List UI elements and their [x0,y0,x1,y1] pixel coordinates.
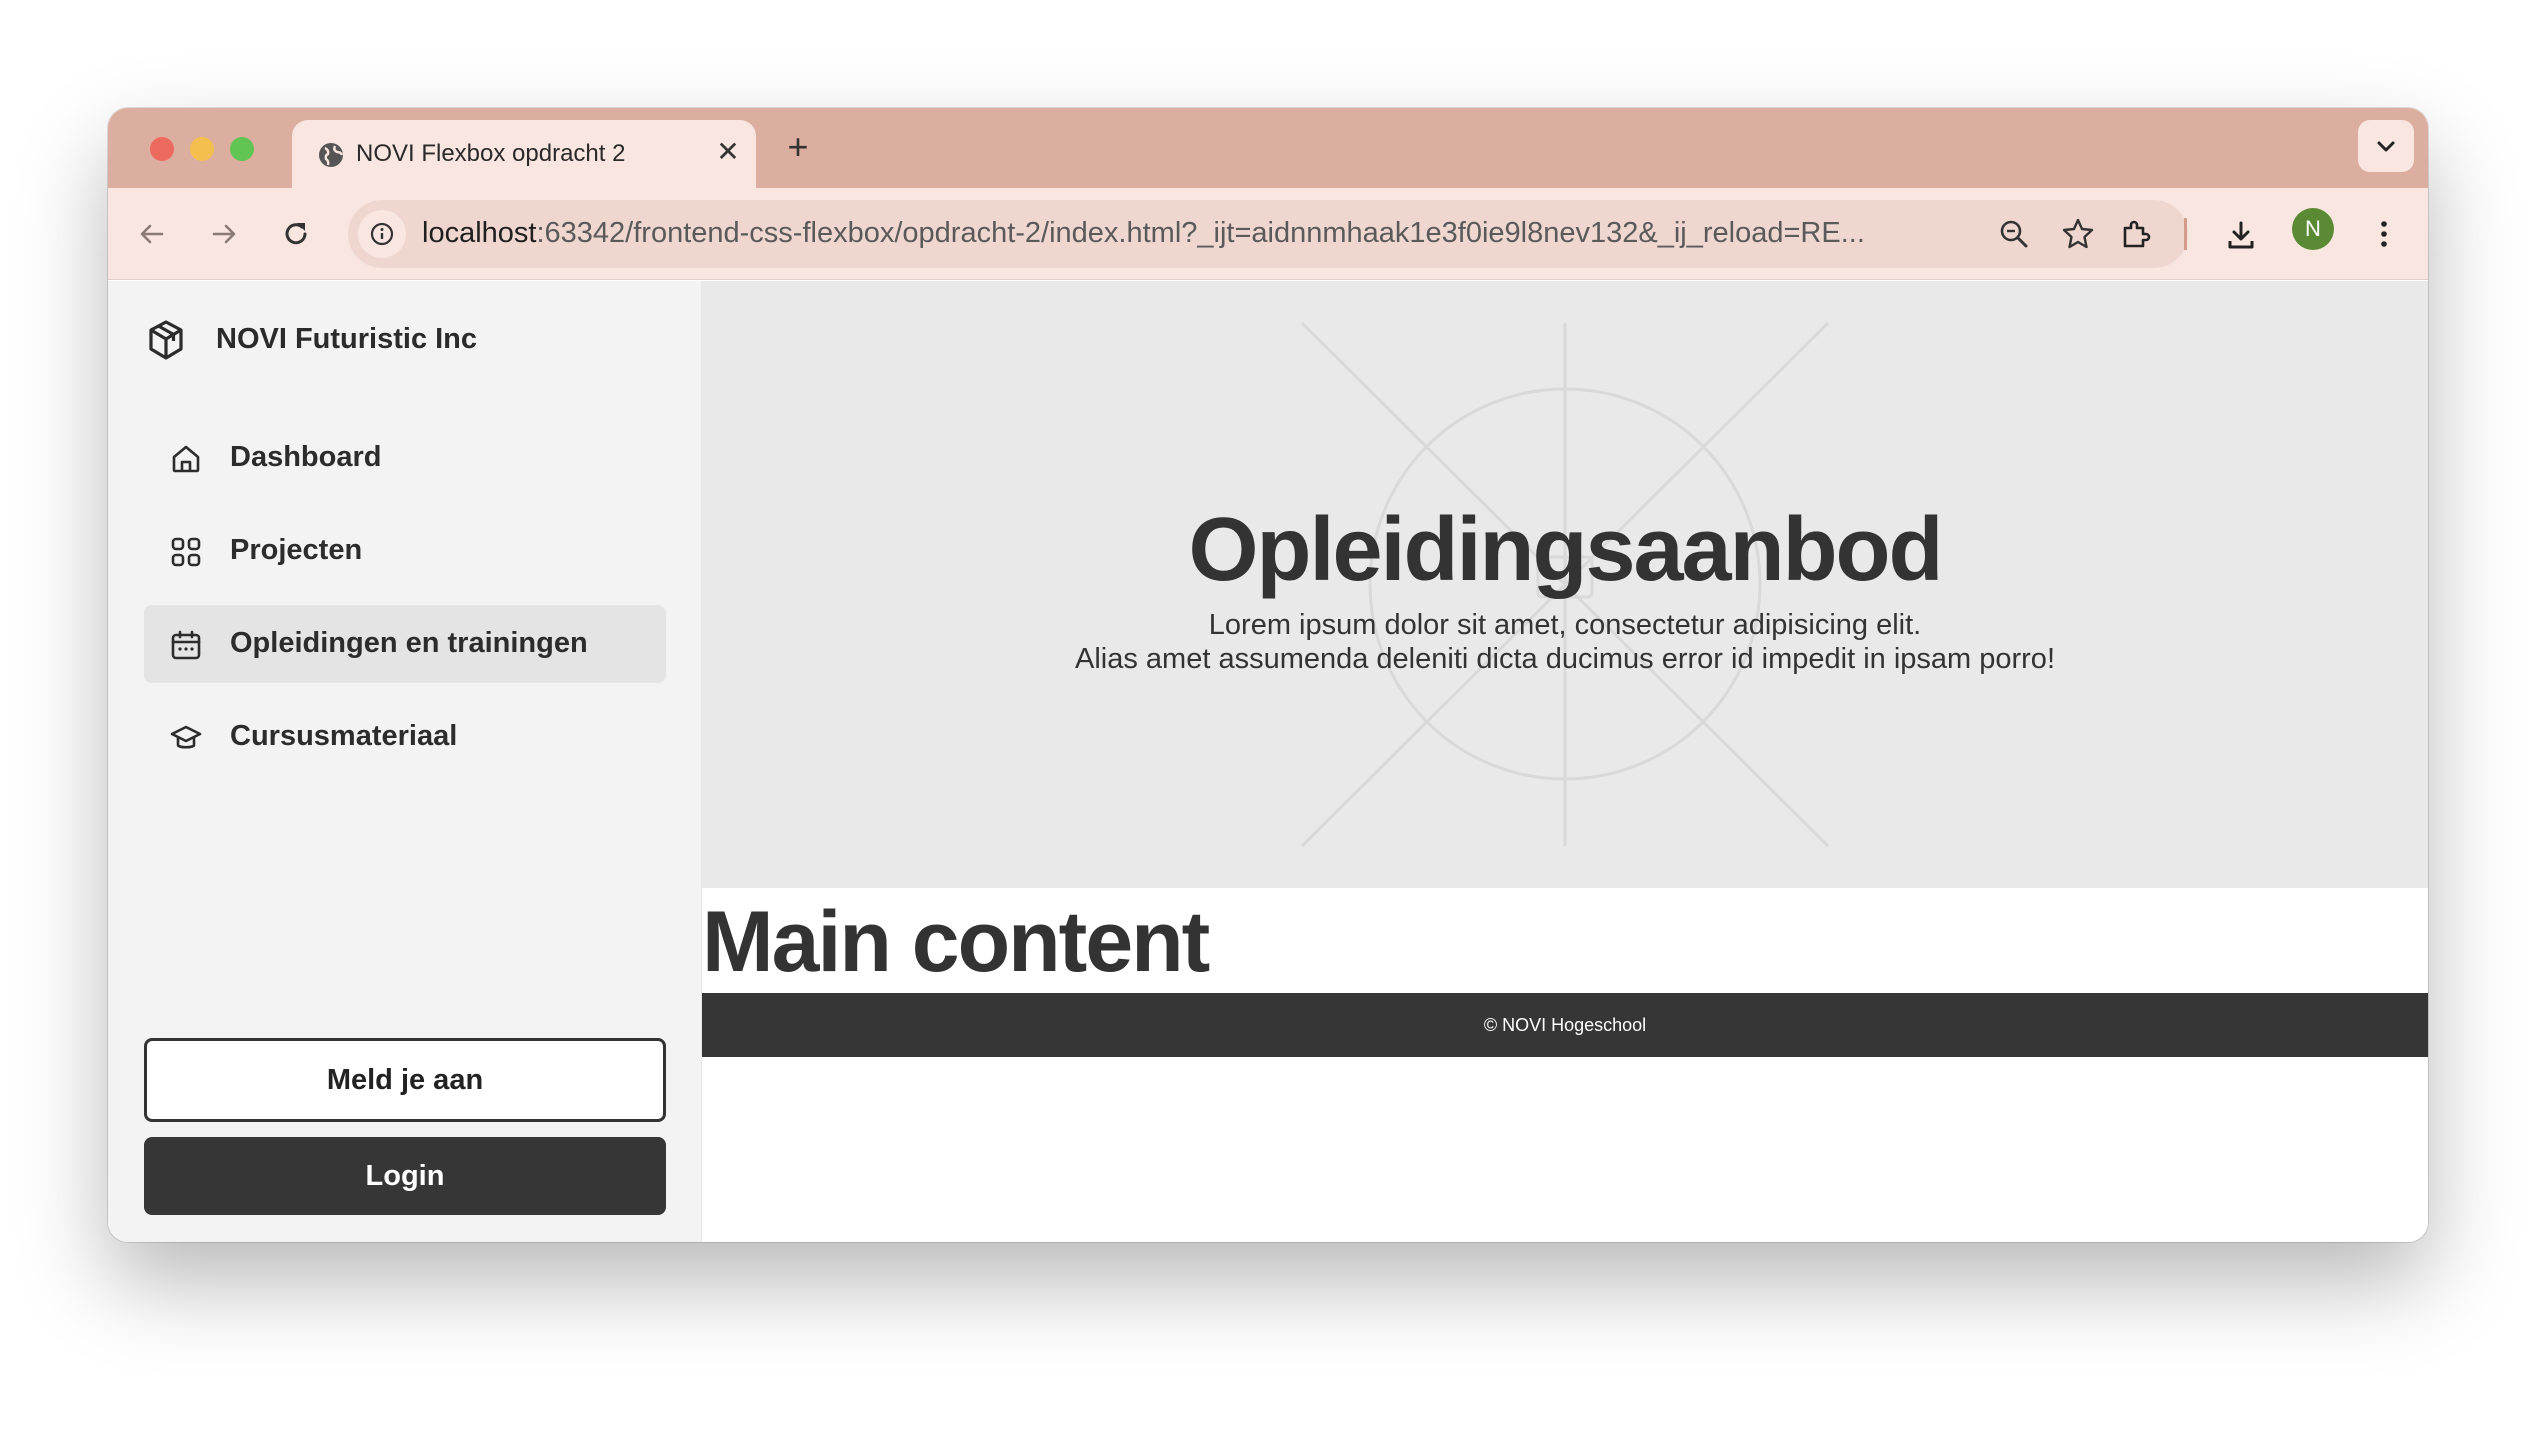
site-info-button[interactable] [358,210,406,258]
chevron-down-icon [2377,141,2395,152]
sidebar: NOVI Futuristic Inc Dashboard Projecten … [108,281,702,1242]
sidebar-nav: Dashboard Projecten Opleidingen en train… [144,419,666,791]
login-button[interactable]: Login [144,1137,666,1215]
profile-avatar[interactable]: N [2292,208,2334,250]
sidebar-item-label: Dashboard [230,441,382,473]
browser-window: NOVI Flexbox opdracht 2 ✕ + localhost:63… [108,108,2428,1242]
url-path: :63342/frontend-css-flexbox/opdracht-2/i… [536,217,1865,249]
zoom-icon[interactable] [1994,214,2034,254]
hero-section: Opleidingsaanbod Lorem ipsum dolor sit a… [702,281,2428,888]
hero-title: Opleidingsaanbod [1188,500,1943,600]
reload-icon [285,223,307,245]
grid-icon [171,537,201,567]
extensions-button[interactable] [2112,212,2156,256]
graduation-cap-icon [170,725,202,749]
close-window-button[interactable] [150,137,174,161]
sidebar-item-dashboard[interactable]: Dashboard [144,419,666,497]
arrow-right-icon [212,224,236,244]
reload-button[interactable] [274,212,318,256]
puzzle-icon [2123,220,2151,248]
page-viewport: NOVI Futuristic Inc Dashboard Projecten … [108,281,2428,1242]
tab-title: NOVI Flexbox opdracht 2 [356,140,626,167]
sidebar-item-label: Cursusmateriaal [230,720,458,752]
sidebar-item-cursusmateriaal[interactable]: Cursusmateriaal [144,698,666,776]
tab-close-icon[interactable]: ✕ [710,134,746,170]
hero-subtitle-line-1: Lorem ipsum dolor sit amet, consectetur … [1208,609,1922,641]
maximize-window-button[interactable] [230,137,254,161]
sidebar-item-label: Projecten [230,534,363,566]
browser-tab[interactable]: NOVI Flexbox opdracht 2 ✕ [292,120,756,188]
register-button[interactable]: Meld je aan [144,1038,666,1122]
page-footer: © NOVI Hogeschool [702,993,2428,1057]
info-icon [370,222,394,246]
url-host: localhost [422,217,537,249]
url-text[interactable]: localhost:63342/frontend-css-flexbox/opd… [422,217,1982,250]
forward-button[interactable] [202,212,246,256]
calendar-icon [171,630,201,660]
sidebar-item-projecten[interactable]: Projecten [144,512,666,590]
minimize-window-button[interactable] [190,137,214,161]
back-button[interactable] [130,212,174,256]
new-tab-button[interactable]: + [778,128,818,168]
hero-subtitle-line-2: Alias amet assumenda deleniti dicta duci… [1075,643,2055,675]
download-icon [2228,221,2254,249]
arrow-left-icon [140,224,164,244]
tab-search-button[interactable] [2358,120,2414,172]
cube-logo-icon [149,320,183,360]
toolbar-separator [2184,218,2187,250]
globe-icon [316,140,346,170]
sidebar-item-label: Opleidingen en trainingen [230,627,588,659]
sidebar-item-opleidingen[interactable]: Opleidingen en trainingen [144,605,666,683]
tab-strip: NOVI Flexbox opdracht 2 ✕ + [108,108,2428,188]
bookmark-star-icon[interactable] [2058,214,2098,254]
home-icon [172,445,200,473]
browser-menu-button[interactable] [2362,212,2406,256]
browser-toolbar: localhost:63342/frontend-css-flexbox/opd… [108,188,2428,280]
address-bar[interactable]: localhost:63342/frontend-css-flexbox/opd… [348,200,2188,268]
kebab-menu-icon [2381,221,2387,247]
main-area: Opleidingsaanbod Lorem ipsum dolor sit a… [702,281,2428,1242]
downloads-button[interactable] [2218,212,2262,256]
brand-name: NOVI Futuristic Inc [216,323,478,355]
main-content-heading: Main content [702,894,1210,990]
